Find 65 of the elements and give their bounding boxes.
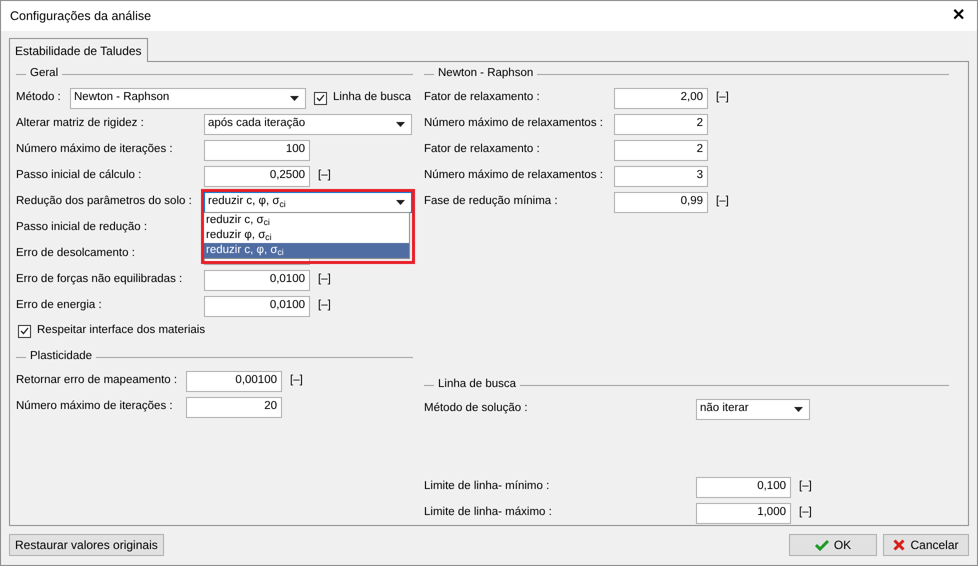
dropdown[interactable]: Newton - Raphson xyxy=(70,88,306,108)
field-label: Erro de forças não equilibradas : xyxy=(16,273,182,286)
dropdown-option[interactable]: reduzir c, φ, σ$_{ci}$ xyxy=(203,243,409,258)
section-title: Newton - Raphson xyxy=(437,66,534,82)
unit-label: [–] xyxy=(318,168,331,184)
input-field[interactable]: 0,0100 xyxy=(204,270,310,290)
input-field[interactable]: 100 xyxy=(204,140,310,160)
field-label: Retornar erro de mapeamento : xyxy=(16,374,178,386)
ok-button[interactable]: OK xyxy=(789,534,877,556)
section-title: Plasticidade xyxy=(29,349,94,364)
input-field[interactable]: 2 xyxy=(614,140,708,160)
unit-label: [–] xyxy=(716,194,729,210)
field-label: Fase de redução mínima : xyxy=(424,195,558,208)
dropdown[interactable]: após cada iteração xyxy=(204,114,412,134)
unit-label: [–] xyxy=(799,479,812,494)
window-title: Configurações da análise xyxy=(10,8,152,25)
field-label: Limite de linha- máximo : xyxy=(424,506,552,518)
checkbox[interactable] xyxy=(18,324,31,338)
cancel-button[interactable]: Cancelar xyxy=(883,534,969,556)
input-field[interactable]: 0,100 xyxy=(696,476,791,498)
dropdown[interactable]: reduzir c, φ, σ$_{ci}$ xyxy=(204,192,412,212)
checkbox-label: Respeitar interface dos materiais xyxy=(37,323,206,338)
section-title: Geral xyxy=(29,66,60,82)
field-label: Passo inicial de cálculo : xyxy=(16,169,142,182)
check-icon xyxy=(814,539,829,551)
input-field[interactable]: 0,2500 xyxy=(204,166,310,186)
field-label: Erro de energia : xyxy=(16,299,102,312)
input-field[interactable]: 3 xyxy=(614,166,708,186)
restore-defaults-button[interactable]: Restaurar valores originais xyxy=(9,534,164,556)
field-label: Número máximo de iterações : xyxy=(16,400,173,412)
input-field[interactable]: 0,0100 xyxy=(204,296,310,316)
field-label: Número máximo de relaxamentos : xyxy=(424,117,603,130)
caret-icon xyxy=(396,200,405,204)
caret-icon xyxy=(794,406,803,412)
field-label: Método : xyxy=(16,91,61,104)
unit-label: [–] xyxy=(290,373,303,388)
input-field[interactable]: 0,00100 xyxy=(186,370,282,392)
input-field[interactable]: 0,99 xyxy=(614,192,708,212)
checkbox-label: Linha de busca xyxy=(333,90,412,106)
checkbox[interactable] xyxy=(314,92,327,104)
field-label: Erro de desolcamento : xyxy=(16,247,135,260)
field-label: Fator de relaxamento : xyxy=(424,91,540,104)
close-button[interactable]: ✕ xyxy=(952,8,965,24)
field-label: Limite de linha- mínimo : xyxy=(424,480,550,492)
field-label: Método de solução : xyxy=(424,402,528,414)
input-field[interactable]: 1,000 xyxy=(696,502,791,524)
section-title: Linha de busca xyxy=(437,377,518,392)
field-label: Redução dos parâmetros do solo : xyxy=(16,195,192,208)
input-field[interactable]: 2,00 xyxy=(614,88,708,108)
caret-icon xyxy=(290,96,299,100)
tab[interactable]: Estabilidade de Taludes xyxy=(9,38,148,62)
input-field[interactable]: 2 xyxy=(614,114,708,134)
caret-icon xyxy=(396,122,405,126)
field-label: Fator de relaxamento : xyxy=(424,143,540,156)
unit-label: [–] xyxy=(318,298,331,314)
unit-label: [–] xyxy=(716,90,729,106)
field-label: Número máximo de iterações : xyxy=(16,143,173,156)
unit-label: [–] xyxy=(799,505,812,520)
input-field[interactable]: 20 xyxy=(186,396,282,418)
field-label: Passo inicial de redução : xyxy=(16,221,148,234)
field-label: Alterar matriz de rigidez : xyxy=(16,117,144,130)
dropdown[interactable]: não iterar xyxy=(696,398,810,420)
field-label: Número máximo de relaxamentos : xyxy=(424,169,603,182)
unit-label: [–] xyxy=(318,272,331,288)
x-icon xyxy=(893,539,906,551)
